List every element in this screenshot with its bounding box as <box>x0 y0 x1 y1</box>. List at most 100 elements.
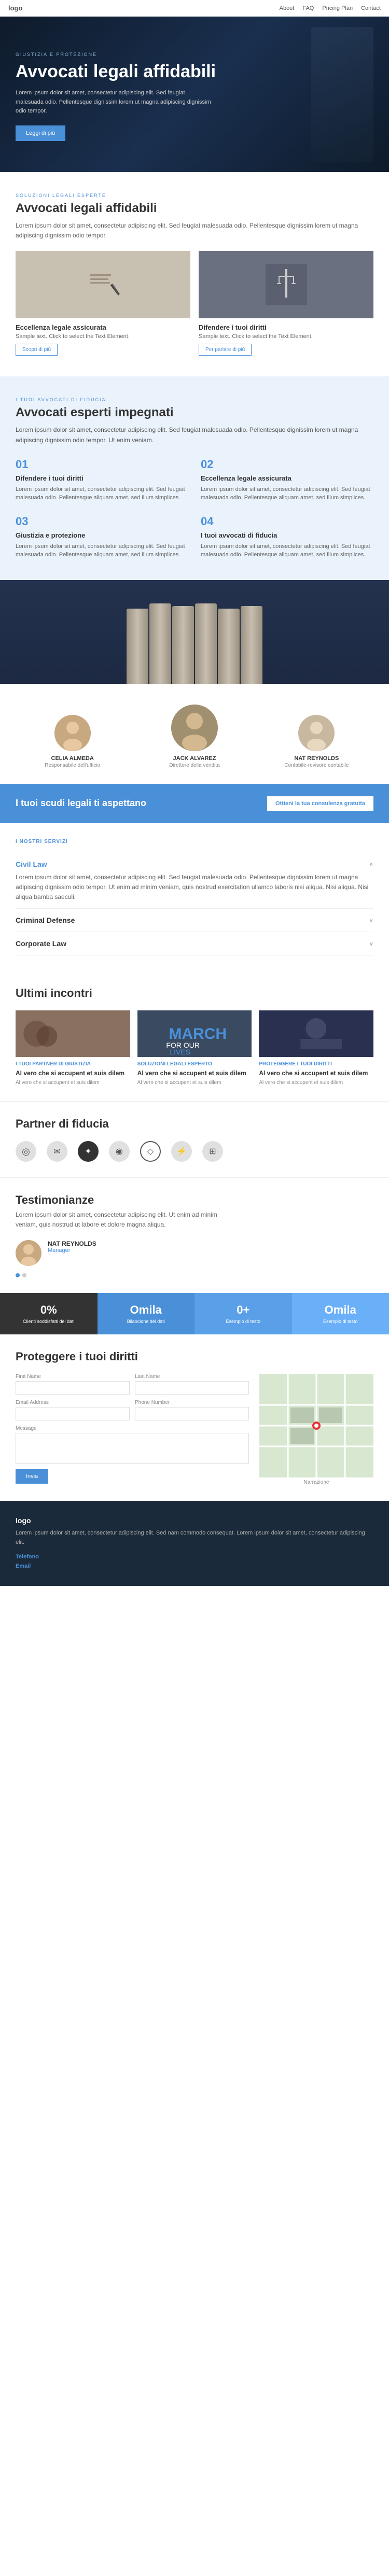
phone-input[interactable] <box>135 1407 249 1420</box>
services-tag: I NOSTRI SERVIZI <box>16 839 373 844</box>
news-card-3-tag: Proteggere i tuoi diritti <box>259 1061 373 1067</box>
news-card-2-title: Al vero che si accupent et suis dilem <box>137 1069 252 1078</box>
service-criminal-row[interactable]: Criminal Defense ∨ <box>16 909 373 932</box>
team-member-nat: NAT REYNOLDS Contabile-revisore contabil… <box>260 715 373 768</box>
avatar-jack-icon <box>171 705 218 751</box>
news-card-2-tag: Soluzioni legali esperto <box>137 1061 252 1067</box>
email-input[interactable] <box>16 1407 130 1420</box>
cta-band: I tuoi scudi legali ti aspettano Ottieni… <box>0 784 389 823</box>
news-image-1-icon <box>16 1010 130 1057</box>
service-civil-row[interactable]: Civil Law ∧ Lorem ipsum dolor sit amet, … <box>16 853 373 909</box>
trusted-tag: I TUOI AVVOCATI DI FIDUCIA <box>16 397 373 402</box>
dot-2 <box>22 1273 26 1277</box>
solution-card-2-description: Sample text. Click to select the Text El… <box>199 333 373 340</box>
feature-1-title: Difendere i tuoi diritti <box>16 474 188 482</box>
testimonials-title: Testimonianze <box>16 1193 373 1207</box>
feature-3: 03 Giustizia e protezione Lorem ipsum do… <box>16 515 188 559</box>
map-icon <box>259 1374 373 1477</box>
first-name-input[interactable] <box>16 1381 130 1395</box>
logo[interactable]: logo <box>8 4 22 12</box>
stat-2: Omila Bilancione dei dati <box>98 1293 195 1334</box>
service-corporate-row[interactable]: Corporate Law ∨ <box>16 932 373 955</box>
hero-cta-button[interactable]: Leggi di più <box>16 125 65 141</box>
service-civil-chevron: ∧ <box>369 861 373 868</box>
justice-image-icon <box>266 264 307 305</box>
hero-title: Avvocati legali affidabili <box>16 61 223 82</box>
solution-card-1-btn[interactable]: Scopri di più <box>16 344 58 356</box>
news-card-1-title: Al vero che si accupent et suis dilem <box>16 1069 130 1078</box>
svg-text:MARCH: MARCH <box>169 1025 227 1043</box>
partner-7: ⊞ <box>202 1141 223 1162</box>
nav-contact[interactable]: Contact <box>361 5 381 11</box>
feature-2-text: Lorem ipsum dolor sit amet, consectetur … <box>201 485 373 502</box>
feature-2: 02 Eccellenza legale assicurata Lorem ip… <box>201 458 373 502</box>
news-card-1: I tuoi partner di giustizia Al vero che … <box>16 1010 130 1086</box>
solution-card-1-title: Eccellenza legale assicurata <box>16 323 190 331</box>
last-name-label: Last Name <box>135 1374 249 1380</box>
stat-1-label: Clienti soddisfatti dei dati <box>8 1319 89 1324</box>
partner-4: ◉ <box>109 1141 130 1162</box>
service-civil-title: Civil Law <box>16 860 47 868</box>
phone-label: Phone Number <box>135 1400 249 1405</box>
pen-image-icon <box>82 269 124 300</box>
solution-card-1: Eccellenza legale assicurata Sample text… <box>16 251 190 356</box>
submit-button[interactable]: Invia <box>16 1469 48 1484</box>
message-label: Message <box>16 1426 249 1431</box>
stat-2-num: Omila <box>106 1303 187 1317</box>
team-member-celia-role: Responsabile dell'ufficio <box>16 763 129 768</box>
avatar-nat-icon <box>298 715 335 751</box>
solution-card-1-image <box>16 251 190 318</box>
trusted-description: Lorem ipsum dolor sit amet, consectetur … <box>16 425 368 445</box>
feature-4-title: I tuoi avvocati di fiducia <box>201 531 373 539</box>
svg-text:LIVES: LIVES <box>170 1048 190 1056</box>
message-input[interactable] <box>16 1433 249 1464</box>
stat-2-label: Bilancione dei dati <box>106 1319 187 1324</box>
hero-description: Lorem ipsum dolor sit amet, consectetur … <box>16 89 213 116</box>
navigation: logo About FAQ Pricing Plan Contact <box>0 0 389 17</box>
solution-card-2: Difendere i tuoi diritti Sample text. Cl… <box>199 251 373 356</box>
contact-map: Narrazione <box>259 1374 373 1485</box>
team-section: CELIA ALMEDA Responsabile dell'ufficio J… <box>0 684 389 784</box>
legal-solutions-section: SOLUZIONI LEGALI ESPERTE Avvocati legali… <box>0 172 389 376</box>
nav-pricing[interactable]: Pricing Plan <box>322 5 353 11</box>
footer: logo Lorem ipsum dolor sit amet, consect… <box>0 1501 389 1585</box>
services-section: I NOSTRI SERVIZI Civil Law ∧ Lorem ipsum… <box>0 823 389 972</box>
team-member-nat-role: Contabile-revisore contabile <box>260 763 373 768</box>
news-card-3-image <box>259 1010 373 1057</box>
partner-1: ◎ <box>16 1141 36 1162</box>
stat-1: 0% Clienti soddisfatti dei dati <box>0 1293 98 1334</box>
solutions-description: Lorem ipsum dolor sit amet, consectetur … <box>16 221 368 241</box>
solution-card-1-description: Sample text. Click to select the Text El… <box>16 333 190 340</box>
testimonial-avatar <box>16 1240 41 1266</box>
contact-form: First Name Last Name Email Address Phone… <box>16 1374 249 1485</box>
news-image-2-icon: MARCH FOR OUR LIVES <box>137 1010 252 1057</box>
hero-section: GIUSTIZIA E PROTEZIONE Avvocati legali a… <box>0 17 389 172</box>
court-banner <box>0 580 389 684</box>
team-member-celia-name: CELIA ALMEDA <box>16 755 129 762</box>
last-name-input[interactable] <box>135 1381 249 1395</box>
features-grid: 01 Difendere i tuoi diritti Lorem ipsum … <box>16 458 373 559</box>
stat-4-label: Esempio di testo <box>300 1319 381 1324</box>
nav-faq[interactable]: FAQ <box>302 5 314 11</box>
footer-logo: logo <box>16 1516 373 1525</box>
news-grid: I tuoi partner di giustizia Al vero che … <box>16 1010 373 1086</box>
team-member-jack-name: JACK ALVAREZ <box>137 755 251 762</box>
solution-card-2-btn[interactable]: Per parlare di più <box>199 344 252 356</box>
message-field: Message <box>16 1426 249 1464</box>
feature-2-title: Eccellenza legale assicurata <box>201 474 373 482</box>
form-contact-row: Email Address Phone Number <box>16 1400 249 1420</box>
stat-4: Omila Esempio di testo <box>292 1293 389 1334</box>
form-name-row: First Name Last Name <box>16 1374 249 1395</box>
feature-1: 01 Difendere i tuoi diritti Lorem ipsum … <box>16 458 188 502</box>
hero-tag: GIUSTIZIA E PROTEZIONE <box>16 52 373 57</box>
team-member-jack-role: Direttore della vendita <box>137 763 251 768</box>
cta-button[interactable]: Ottieni la tua consulenza gratuita <box>267 796 373 811</box>
news-image-3-icon <box>259 1010 373 1057</box>
avatar-celia-icon <box>54 715 91 751</box>
news-card-1-desc: Al vero che si accupent et suis dilem <box>16 1080 130 1086</box>
nav-about[interactable]: About <box>280 5 295 11</box>
contact-title: Proteggere i tuoi diritti <box>16 1350 373 1363</box>
partner-5: ◇ <box>140 1141 161 1162</box>
news-card-2-image: MARCH FOR OUR LIVES <box>137 1010 252 1057</box>
footer-grid: logo Lorem ipsum dolor sit amet, consect… <box>16 1516 373 1570</box>
